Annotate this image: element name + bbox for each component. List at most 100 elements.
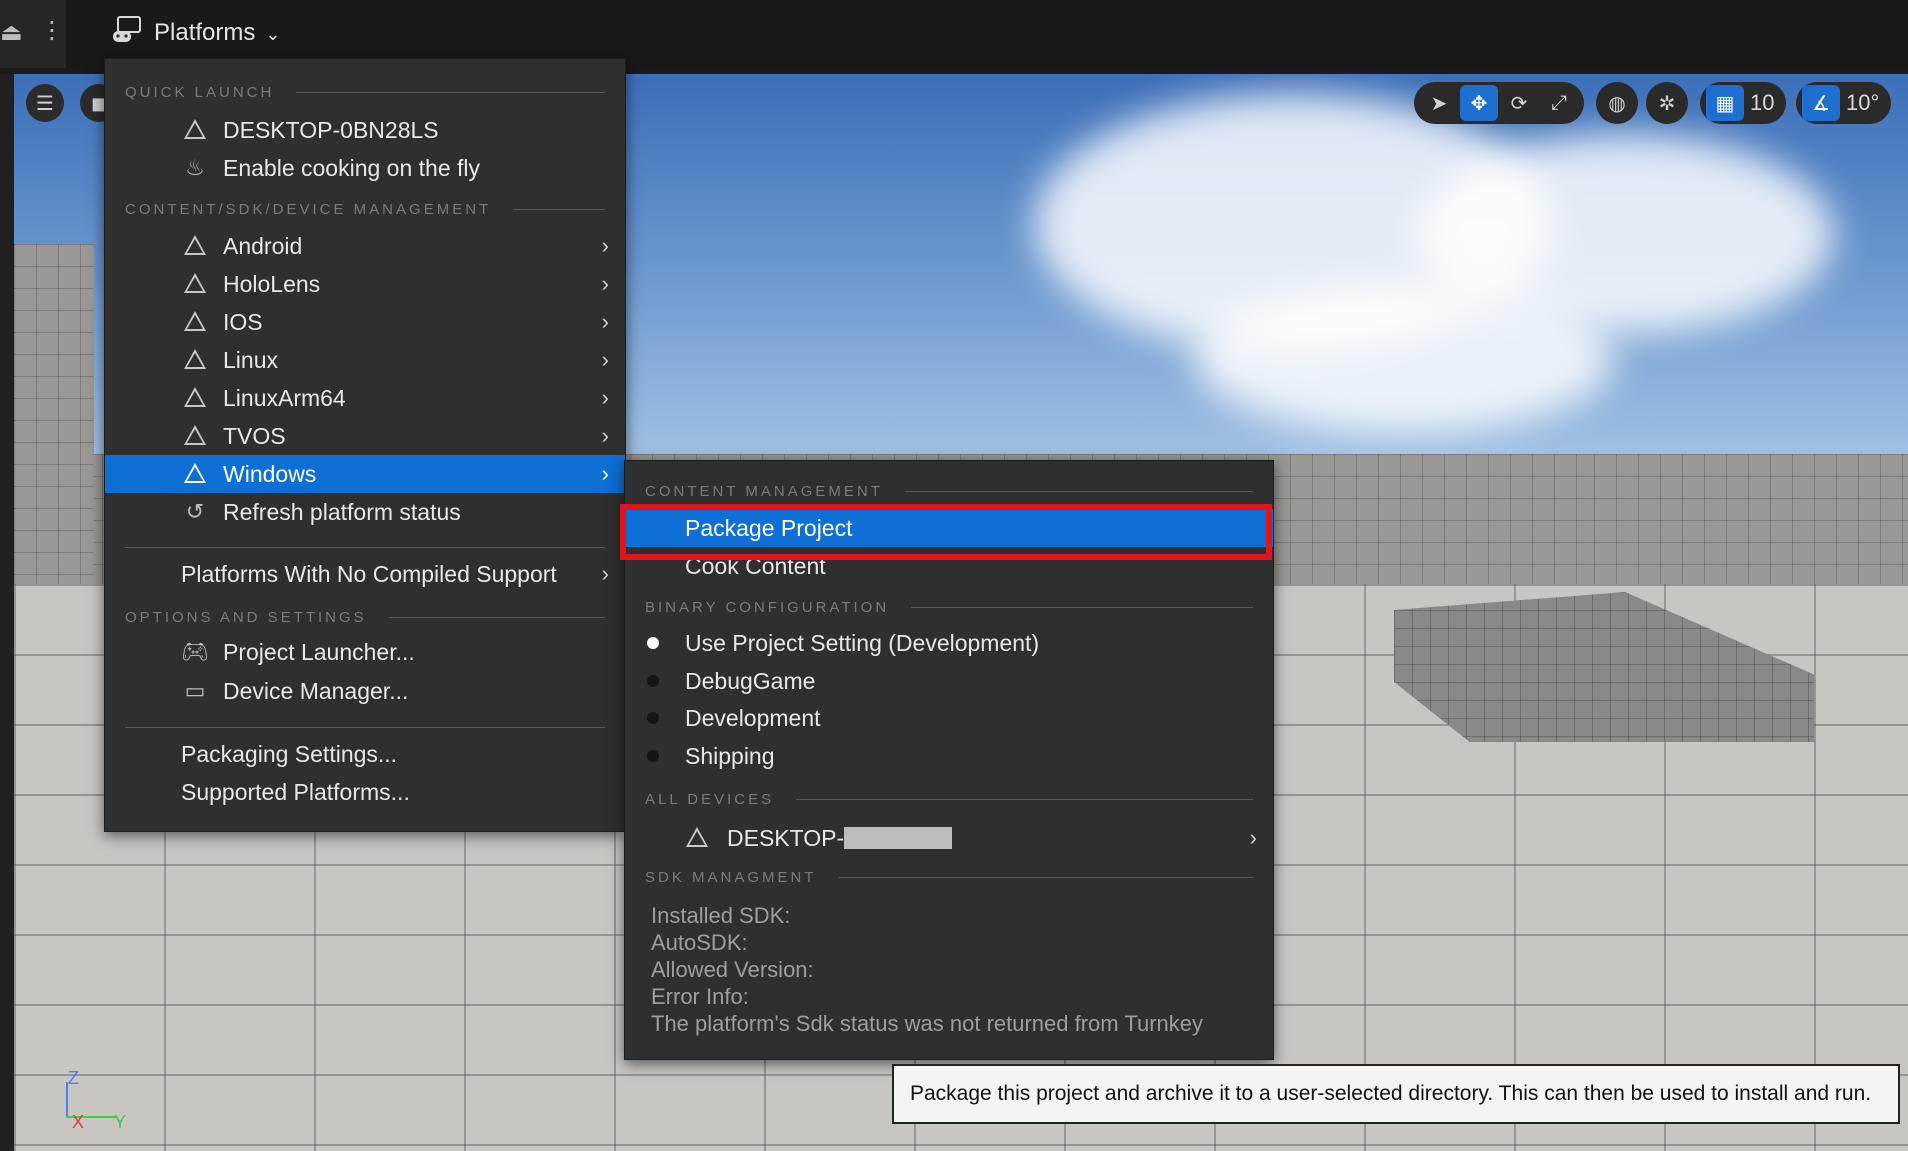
device-manager-icon: ▭	[184, 678, 206, 703]
warning-icon	[181, 117, 209, 143]
sdk-status-message: The platform's Sdk status was not return…	[651, 1011, 1203, 1036]
move-tool-icon[interactable]: ✥	[1460, 85, 1498, 121]
viewport-menu-button[interactable]: ☰	[26, 84, 64, 122]
menu-item-label: Development	[685, 704, 821, 731]
select-tool-icon[interactable]: ➤	[1420, 85, 1458, 121]
content-management-header: CONTENT/SDK/DEVICE MANAGEMENT	[125, 199, 605, 219]
chevron-right-icon: ›	[601, 461, 609, 486]
rotation-snap-value[interactable]: 10°	[1842, 90, 1885, 116]
all-devices-header: ALL DEVICES	[645, 789, 1253, 809]
platforms-button[interactable]: Platforms ⌄	[112, 12, 280, 54]
radio-use-project-setting[interactable]: Use Project Setting (Development)	[625, 624, 1273, 662]
menu-item-label: Enable cooking on the fly	[223, 154, 481, 181]
sdk-installed-label: Installed SDK:	[651, 903, 791, 928]
chevron-right-icon: ›	[601, 309, 609, 334]
menu-item-label: TVOS	[223, 422, 286, 449]
menu-item-label: Shipping	[685, 742, 775, 769]
tooltip-text: Package this project and archive it to a…	[910, 1082, 1872, 1105]
radio-selected-icon	[647, 637, 659, 649]
menu-item-android[interactable]: Android ›	[105, 227, 625, 265]
angle-snap-icon[interactable]: ∡	[1802, 85, 1840, 121]
chevron-right-icon: ›	[601, 271, 609, 296]
section-divider	[296, 91, 605, 93]
menu-divider	[125, 547, 605, 548]
section-title: SDK MANAGMENT	[645, 868, 817, 886]
radio-shipping[interactable]: Shipping	[625, 737, 1273, 775]
platforms-icon	[112, 15, 144, 52]
menu-item-quick-launch-device[interactable]: DESKTOP-0BN28LS	[105, 111, 625, 149]
menu-item-label: Windows	[223, 460, 317, 487]
grid-snap-group: ▦ 10	[1700, 82, 1787, 124]
sdk-management-header: SDK MANAGMENT	[645, 867, 1253, 887]
menu-item-cook-on-the-fly[interactable]: ♨ Enable cooking on the fly	[105, 149, 625, 187]
more-options-icon[interactable]: ⋮	[40, 16, 64, 45]
cooking-icon: ♨	[185, 155, 205, 180]
viewport-border	[0, 74, 14, 1151]
section-title: OPTIONS AND SETTINGS	[125, 608, 367, 626]
section-divider	[513, 208, 605, 210]
binary-configuration-header: BINARY CONFIGURATION	[645, 597, 1253, 617]
grid-snap-value[interactable]: 10	[1746, 90, 1780, 116]
sdk-autosdk-label: AutoSDK:	[651, 930, 748, 955]
menu-item-label: Android	[223, 232, 303, 259]
surface-snap-icon[interactable]: ✲	[1648, 85, 1686, 121]
menu-item-linuxarm64[interactable]: LinuxArm64 ›	[105, 379, 625, 417]
menu-item-device[interactable]: DESKTOP- ›	[625, 819, 1273, 857]
radio-development[interactable]: Development	[625, 699, 1273, 737]
menu-item-hololens[interactable]: HoloLens ›	[105, 265, 625, 303]
menu-item-label: Supported Platforms...	[181, 778, 410, 805]
menu-divider	[125, 727, 605, 728]
menu-item-windows[interactable]: Windows ›	[105, 455, 625, 493]
scale-tool-icon[interactable]: ⤢	[1540, 85, 1578, 121]
section-divider	[796, 798, 1253, 800]
axis-gizmo: Z X Y	[58, 1062, 138, 1132]
chevron-down-icon: ⌄	[265, 23, 281, 44]
grid-snap-icon[interactable]: ▦	[1706, 85, 1744, 121]
transform-tools: ➤ ✥ ⟳ ⤢	[1414, 82, 1584, 124]
options-settings-header: OPTIONS AND SETTINGS	[125, 607, 605, 627]
menu-item-label: IOS	[223, 308, 263, 335]
section-title: QUICK LAUNCH	[125, 83, 275, 101]
chevron-right-icon: ›	[601, 385, 609, 410]
section-divider	[838, 876, 1253, 878]
menu-item-device-manager[interactable]: ▭ Device Manager...	[105, 672, 625, 710]
y-axis-label: Y	[114, 1112, 127, 1132]
menu-item-label: Linux	[223, 346, 278, 373]
menu-item-no-compiled-support[interactable]: Platforms With No Compiled Support ›	[105, 555, 625, 593]
radio-debuggame[interactable]: DebugGame	[625, 662, 1273, 700]
menu-item-tvos[interactable]: TVOS ›	[105, 417, 625, 455]
section-title: CONTENT MANAGEMENT	[645, 482, 883, 500]
menu-item-label: Device Manager...	[223, 677, 409, 704]
chevron-right-icon: ›	[601, 347, 609, 372]
menu-item-label: Project Launcher...	[223, 638, 415, 665]
warning-icon	[181, 271, 209, 297]
toolbar-left-panel: ⏏ ⋮	[0, 0, 66, 68]
menu-item-supported-platforms[interactable]: Supported Platforms...	[105, 773, 625, 811]
menu-item-ios[interactable]: IOS ›	[105, 303, 625, 341]
z-axis-label: Z	[68, 1068, 79, 1088]
menu-item-project-launcher[interactable]: 🎮︎ Project Launcher...	[105, 633, 625, 671]
menu-item-label: LinuxArm64	[223, 384, 346, 411]
menu-item-label: HoloLens	[223, 270, 321, 297]
section-title: CONTENT/SDK/DEVICE MANAGEMENT	[125, 200, 492, 218]
radio-unselected-icon	[647, 712, 659, 724]
warning-icon	[181, 347, 209, 373]
rotation-snap-group: ∡ 10°	[1796, 82, 1892, 124]
menu-item-label: Packaging Settings...	[181, 740, 398, 767]
rotate-tool-icon[interactable]: ⟳	[1500, 85, 1538, 121]
menu-item-label: Platforms With No Compiled Support	[181, 560, 557, 587]
menu-item-label: Use Project Setting (Development)	[685, 629, 1040, 656]
warning-icon	[181, 233, 209, 259]
globe-icon[interactable]: ◍	[1598, 85, 1636, 121]
platforms-dropdown-menu: QUICK LAUNCH DESKTOP-0BN28LS ♨ Enable co…	[104, 58, 626, 832]
menu-item-label: DebugGame	[685, 667, 816, 694]
warning-icon	[683, 825, 711, 851]
eject-icon[interactable]: ⏏	[0, 18, 23, 47]
menu-item-refresh-platform-status[interactable]: ↺ Refresh platform status	[105, 493, 625, 531]
menu-item-packaging-settings[interactable]: Packaging Settings...	[105, 735, 625, 773]
refresh-icon: ↺	[185, 499, 205, 524]
menu-item-linux[interactable]: Linux ›	[105, 341, 625, 379]
project-launcher-icon: 🎮︎	[181, 639, 209, 664]
content-management-header: CONTENT MANAGEMENT	[645, 481, 1253, 501]
redacted-text	[844, 826, 953, 849]
